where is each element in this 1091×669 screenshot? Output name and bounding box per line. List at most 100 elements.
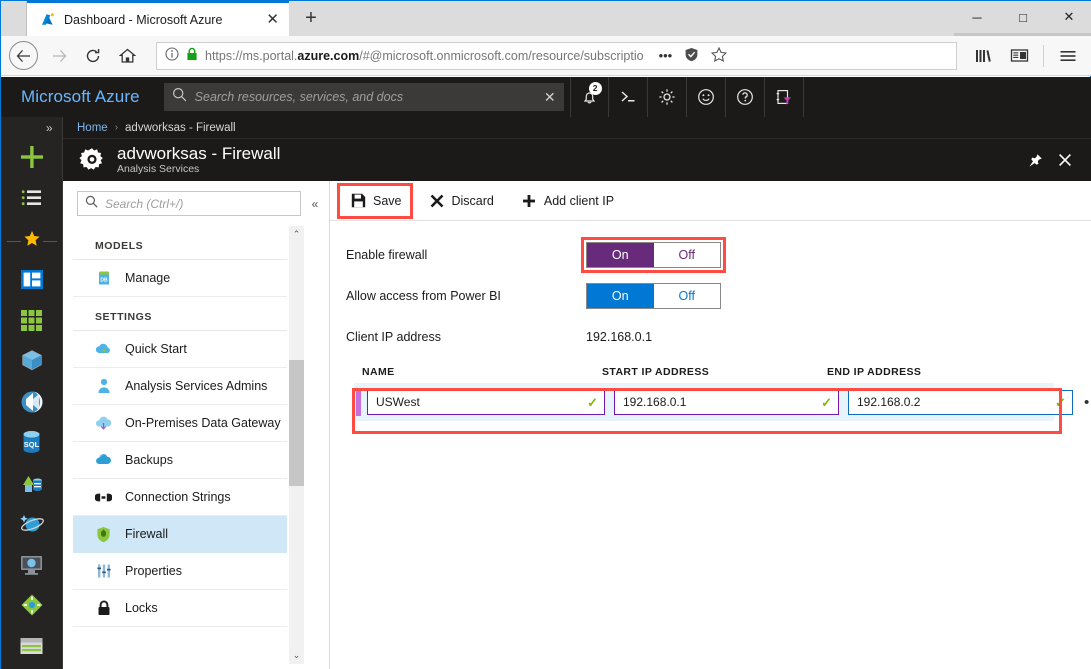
command-bar: Save Discard Add client IP	[330, 181, 1091, 221]
rail-item-dashboard[interactable]	[1, 261, 63, 302]
forward-button[interactable]	[42, 39, 76, 73]
azure-logo-icon	[41, 13, 56, 27]
sidebar-item-locks[interactable]: Locks	[73, 590, 287, 627]
sidebar-item-manage[interactable]: DB Manage	[73, 260, 287, 297]
address-bar-url: https://ms.portal.azure.com/#@microsoft.…	[205, 49, 644, 63]
rule-end-ip-input[interactable]	[848, 390, 1073, 415]
home-button[interactable]	[110, 39, 144, 73]
sidebar-item-connection-strings[interactable]: Connection Strings	[73, 479, 287, 516]
firewall-rules-table: NAME START IP ADDRESS END IP ADDRESS ✓ ✓	[346, 366, 1091, 421]
rule-start-ip-valid-icon: ✓	[821, 395, 832, 411]
breadcrumb-home-link[interactable]: Home	[77, 122, 108, 134]
directory-filter-icon[interactable]	[765, 77, 804, 117]
rule-name-input[interactable]	[367, 390, 605, 415]
all-resources-grid-icon	[20, 309, 43, 337]
rail-item-storage-accounts[interactable]	[1, 628, 63, 669]
scroll-up-icon[interactable]: ⌃	[289, 226, 304, 243]
row-overflow-menu-icon[interactable]: •••	[1084, 394, 1091, 411]
enable-firewall-toggle[interactable]: On Off	[586, 242, 721, 268]
address-bar[interactable]: https://ms.portal.azure.com/#@microsoft.…	[156, 42, 957, 70]
sidebar-item-properties[interactable]: Properties	[73, 553, 287, 590]
allow-power-bi-toggle[interactable]: On Off	[586, 283, 721, 309]
sidebar-item-quick-start[interactable]: Quick Start	[73, 331, 287, 368]
sidebar-item-on-premises-data-gateway[interactable]: On-Premises Data Gateway	[73, 405, 287, 442]
rail-item-all-services[interactable]	[1, 180, 63, 221]
sidebar-item-analysis-services-admins[interactable]: Analysis Services Admins	[73, 368, 287, 405]
library-icon[interactable]	[967, 39, 999, 73]
reading-view-icon[interactable]	[1003, 39, 1035, 73]
rail-item-create-resource[interactable]	[1, 139, 63, 180]
pin-icon[interactable]	[1022, 147, 1048, 173]
gateway-icon	[95, 415, 112, 432]
virtual-machines-icon	[19, 554, 44, 581]
add-client-ip-button[interactable]: Add client IP	[511, 186, 625, 216]
blade-search-input[interactable]	[105, 197, 293, 211]
rail-item-virtual-machines[interactable]	[1, 547, 63, 588]
notifications-icon[interactable]: 2	[570, 77, 609, 117]
enable-firewall-off-option[interactable]: Off	[654, 243, 721, 267]
rail-item-cosmos-db[interactable]	[1, 506, 63, 547]
blade-menu-scrollbar[interactable]: ⌃ ⌄	[289, 226, 304, 664]
feedback-smiley-icon[interactable]	[687, 77, 726, 117]
blade-search-box[interactable]	[77, 191, 301, 216]
back-button[interactable]	[9, 41, 38, 70]
settings-gear-icon[interactable]	[648, 77, 687, 117]
notifications-badge: 2	[589, 82, 602, 95]
shield-icon[interactable]	[684, 47, 699, 65]
lock-icon	[186, 47, 198, 64]
sidebar-item-label: Analysis Services Admins	[125, 379, 267, 393]
azure-search-box[interactable]: ✕	[164, 83, 564, 111]
quick-start-icon	[95, 341, 112, 358]
cloud-shell-icon[interactable]	[609, 77, 648, 117]
blade-menu-collapse-icon[interactable]: «	[307, 197, 323, 211]
rail-favorites-separator	[9, 221, 55, 262]
rail-item-resource-groups[interactable]	[1, 343, 63, 384]
browser-tab-close-icon[interactable]: ✕	[266, 12, 279, 27]
rail-expand-icon[interactable]: »	[1, 117, 63, 139]
rule-start-ip-input[interactable]	[614, 390, 839, 415]
star-icon[interactable]	[711, 47, 727, 65]
new-tab-button[interactable]: +	[289, 1, 333, 36]
rail-item-load-balancers[interactable]	[1, 588, 63, 629]
azure-brand[interactable]: Microsoft Azure	[1, 87, 158, 107]
settings-menu-icon[interactable]	[1052, 39, 1084, 73]
sidebar-item-firewall[interactable]: Firewall	[73, 516, 287, 553]
address-more-button[interactable]: •••	[659, 48, 673, 63]
resource-groups-icon	[20, 349, 44, 377]
search-clear-icon[interactable]: ✕	[544, 89, 556, 106]
lock-icon	[95, 600, 112, 617]
allow-power-bi-row: Allow access from Power BI On Off	[346, 280, 1091, 311]
save-button-label: Save	[373, 194, 402, 208]
rail-item-all-resources[interactable]	[1, 302, 63, 343]
favorites-star-icon[interactable]	[23, 230, 41, 252]
rail-item-sql-databases[interactable]: SQL	[1, 424, 63, 465]
save-button[interactable]: Save	[340, 186, 413, 216]
sidebar-item-label: Properties	[125, 564, 182, 578]
enable-firewall-on-option[interactable]: On	[587, 243, 654, 267]
sidebar-item-label: Firewall	[125, 527, 168, 541]
discard-x-icon	[430, 193, 445, 208]
scrollbar-thumb[interactable]	[289, 360, 304, 486]
sidebar-item-backups[interactable]: Backups	[73, 442, 287, 479]
scroll-down-icon[interactable]: ⌄	[289, 647, 304, 664]
svg-text:SQL: SQL	[24, 440, 40, 449]
blade-header-text: advworksas - Firewall Analysis Services	[117, 144, 280, 176]
browser-tab-active[interactable]: Dashboard - Microsoft Azure ✕	[27, 1, 289, 36]
allow-power-bi-on-option[interactable]: On	[587, 284, 654, 308]
window-close-button[interactable]: ✕	[1046, 1, 1091, 33]
info-icon[interactable]	[165, 47, 179, 64]
discard-button[interactable]: Discard	[419, 186, 505, 216]
page-subtitle: Analysis Services	[117, 163, 280, 176]
rule-start-ip-cell: ✓	[614, 390, 839, 415]
search-input[interactable]	[195, 90, 536, 104]
window-minimize-button[interactable]: ─	[954, 1, 1000, 33]
storage-accounts-icon	[19, 636, 44, 661]
refresh-button[interactable]	[76, 39, 110, 73]
rail-item-app-services[interactable]	[1, 384, 63, 425]
window-maximize-button[interactable]: □	[1000, 1, 1046, 33]
rail-item-azure-database[interactable]	[1, 465, 63, 506]
close-icon[interactable]	[1052, 147, 1078, 173]
client-ip-row: Client IP address 192.168.0.1	[346, 321, 1091, 352]
help-question-icon[interactable]	[726, 77, 765, 117]
allow-power-bi-off-option[interactable]: Off	[654, 284, 721, 308]
